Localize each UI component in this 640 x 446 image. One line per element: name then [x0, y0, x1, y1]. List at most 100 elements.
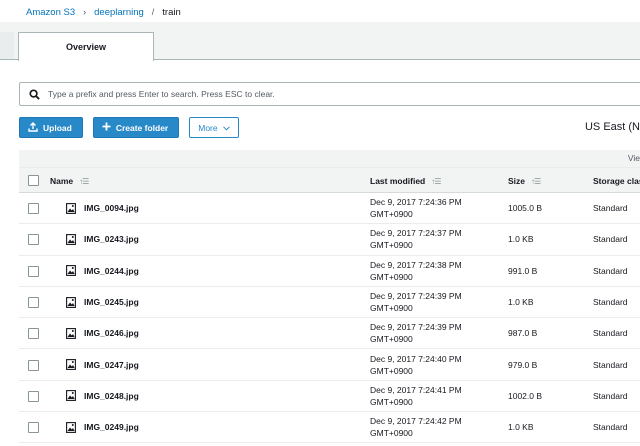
- row-checkbox[interactable]: [28, 265, 39, 277]
- table-row[interactable]: IMG_0244.jpg Dec 9, 2017 7:24:38 PM GMT+…: [19, 255, 640, 287]
- storage-class-cell: Standard: [593, 422, 628, 433]
- chevron-down-icon: [222, 123, 230, 133]
- file-name: IMG_0243.jpg: [84, 234, 139, 245]
- upload-button-label: Upload: [43, 122, 72, 133]
- breadcrumb: Amazon S3 › deeplarning / train: [26, 5, 181, 19]
- upload-button[interactable]: Upload: [19, 117, 83, 138]
- select-all-checkbox[interactable]: [28, 175, 39, 186]
- image-file-icon: [66, 265, 76, 277]
- sort-icon: ↑☰: [531, 176, 541, 186]
- table-header: Name ↑☰ Last modified ↑☰ Size ↑☰ Storage…: [19, 167, 640, 193]
- breadcrumb-link-deeplarning[interactable]: deeplarning: [94, 7, 144, 18]
- file-name: IMG_0094.jpg: [84, 203, 139, 214]
- last-modified-date: Dec 9, 2017 7:24:41 PM: [370, 384, 462, 395]
- file-name: IMG_0245.jpg: [84, 297, 139, 308]
- last-modified-cell: Dec 9, 2017 7:24:37 PM GMT+0900: [370, 224, 490, 254]
- row-checkbox[interactable]: [28, 390, 39, 402]
- search-icon: [20, 88, 48, 100]
- column-header-label: Name: [50, 176, 74, 186]
- row-checkbox[interactable]: [28, 422, 39, 434]
- table-row[interactable]: IMG_0247.jpg Dec 9, 2017 7:24:40 PM GMT+…: [19, 349, 640, 381]
- image-file-icon: [66, 202, 76, 214]
- column-header-last-modified[interactable]: Last modified ↑☰: [370, 168, 441, 194]
- image-file-icon: [66, 359, 76, 371]
- view-label[interactable]: Vie: [628, 153, 640, 163]
- file-name-cell[interactable]: IMG_0243.jpg: [66, 224, 139, 254]
- sort-icon: ↑☰: [79, 176, 89, 186]
- last-modified-date: Dec 9, 2017 7:24:39 PM: [370, 291, 462, 302]
- file-name-cell[interactable]: IMG_0245.jpg: [66, 287, 139, 317]
- image-file-icon: [66, 421, 76, 433]
- last-modified-cell: Dec 9, 2017 7:24:41 PM GMT+0900: [370, 381, 490, 411]
- more-button-label: More: [198, 122, 218, 133]
- file-name: IMG_0247.jpg: [84, 359, 139, 370]
- breadcrumb-current: train: [162, 6, 181, 18]
- last-modified-cell: Dec 9, 2017 7:24:36 PM GMT+0900: [370, 193, 490, 223]
- last-modified-timezone: GMT+0900: [370, 396, 413, 407]
- size-cell: 991.0 B: [508, 265, 538, 276]
- last-modified-date: Dec 9, 2017 7:24:37 PM: [370, 228, 462, 239]
- region-selector[interactable]: US East (N: [585, 121, 640, 133]
- breadcrumb-separator: ›: [83, 7, 87, 17]
- row-checkbox[interactable]: [28, 234, 39, 246]
- image-file-icon: [66, 327, 76, 339]
- storage-class-cell: Standard: [593, 359, 628, 370]
- size-cell: 987.0 B: [508, 328, 538, 339]
- column-header-name[interactable]: Name ↑☰: [50, 168, 89, 194]
- file-name-cell[interactable]: IMG_0094.jpg: [66, 193, 139, 223]
- size-cell: 1.0 KB: [508, 422, 534, 433]
- storage-class-cell: Standard: [593, 390, 628, 401]
- image-file-icon: [66, 296, 76, 308]
- table-row[interactable]: IMG_0246.jpg Dec 9, 2017 7:24:39 PM GMT+…: [19, 318, 640, 350]
- file-name-cell[interactable]: IMG_0249.jpg: [66, 412, 139, 442]
- column-header-size[interactable]: Size ↑☰: [508, 168, 541, 194]
- file-name: IMG_0246.jpg: [84, 328, 139, 339]
- column-header-label: Last modified: [370, 176, 426, 186]
- last-modified-cell: Dec 9, 2017 7:24:39 PM GMT+0900: [370, 287, 490, 317]
- last-modified-timezone: GMT+0900: [370, 428, 413, 439]
- tab-bar: Overview: [0, 22, 640, 61]
- last-modified-timezone: GMT+0900: [370, 334, 413, 345]
- storage-class-cell: Standard: [593, 328, 628, 339]
- last-modified-timezone: GMT+0900: [370, 209, 413, 220]
- breadcrumb-link-amazon-s3[interactable]: Amazon S3: [26, 7, 75, 18]
- toolbar: Upload Create folder More: [19, 117, 239, 139]
- table-row[interactable]: IMG_0249.jpg Dec 9, 2017 7:24:42 PM GMT+…: [19, 412, 640, 444]
- last-modified-timezone: GMT+0900: [370, 303, 413, 314]
- create-folder-button[interactable]: Create folder: [92, 117, 180, 138]
- row-checkbox[interactable]: [28, 296, 39, 308]
- table-row[interactable]: IMG_0248.jpg Dec 9, 2017 7:24:41 PM GMT+…: [19, 380, 640, 413]
- table-row[interactable]: IMG_0243.jpg Dec 9, 2017 7:24:37 PM GMT+…: [19, 224, 640, 256]
- last-modified-date: Dec 9, 2017 7:24:42 PM: [370, 416, 462, 427]
- file-name: IMG_0248.jpg: [84, 390, 139, 401]
- last-modified-timezone: GMT+0900: [370, 271, 413, 282]
- last-modified-cell: Dec 9, 2017 7:24:40 PM GMT+0900: [370, 350, 490, 380]
- view-bar: Vie: [19, 150, 640, 167]
- storage-class-cell: Standard: [593, 234, 628, 245]
- last-modified-date: Dec 9, 2017 7:24:36 PM: [370, 197, 462, 208]
- last-modified-cell: Dec 9, 2017 7:24:42 PM GMT+0900: [370, 412, 490, 442]
- column-header-storage-class[interactable]: Storage clas: [593, 168, 640, 194]
- row-checkbox[interactable]: [28, 203, 39, 214]
- storage-class-cell: Standard: [593, 265, 628, 276]
- column-header-label: Storage clas: [593, 176, 640, 186]
- file-name-cell[interactable]: IMG_0246.jpg: [66, 318, 139, 348]
- row-checkbox[interactable]: [28, 328, 39, 340]
- more-button[interactable]: More: [189, 117, 239, 138]
- last-modified-cell: Dec 9, 2017 7:24:38 PM GMT+0900: [370, 256, 490, 286]
- size-cell: 979.0 B: [508, 359, 538, 370]
- row-checkbox[interactable]: [28, 359, 39, 371]
- table-row[interactable]: IMG_0094.jpg Dec 9, 2017 7:24:36 PM GMT+…: [19, 193, 640, 225]
- table-row[interactable]: IMG_0245.jpg Dec 9, 2017 7:24:39 PM GMT+…: [19, 286, 640, 319]
- tab-overview[interactable]: Overview: [18, 32, 154, 61]
- file-name-cell[interactable]: IMG_0248.jpg: [66, 381, 139, 411]
- file-name-cell[interactable]: IMG_0247.jpg: [66, 350, 139, 380]
- breadcrumb-separator: /: [151, 7, 155, 17]
- sort-icon: ↑☰: [431, 176, 441, 186]
- last-modified-date: Dec 9, 2017 7:24:38 PM: [370, 259, 462, 270]
- size-cell: 1005.0 B: [508, 203, 543, 214]
- file-name: IMG_0244.jpg: [84, 265, 139, 276]
- search-input[interactable]: [48, 89, 608, 99]
- file-name-cell[interactable]: IMG_0244.jpg: [66, 256, 139, 286]
- storage-class-cell: Standard: [593, 297, 628, 308]
